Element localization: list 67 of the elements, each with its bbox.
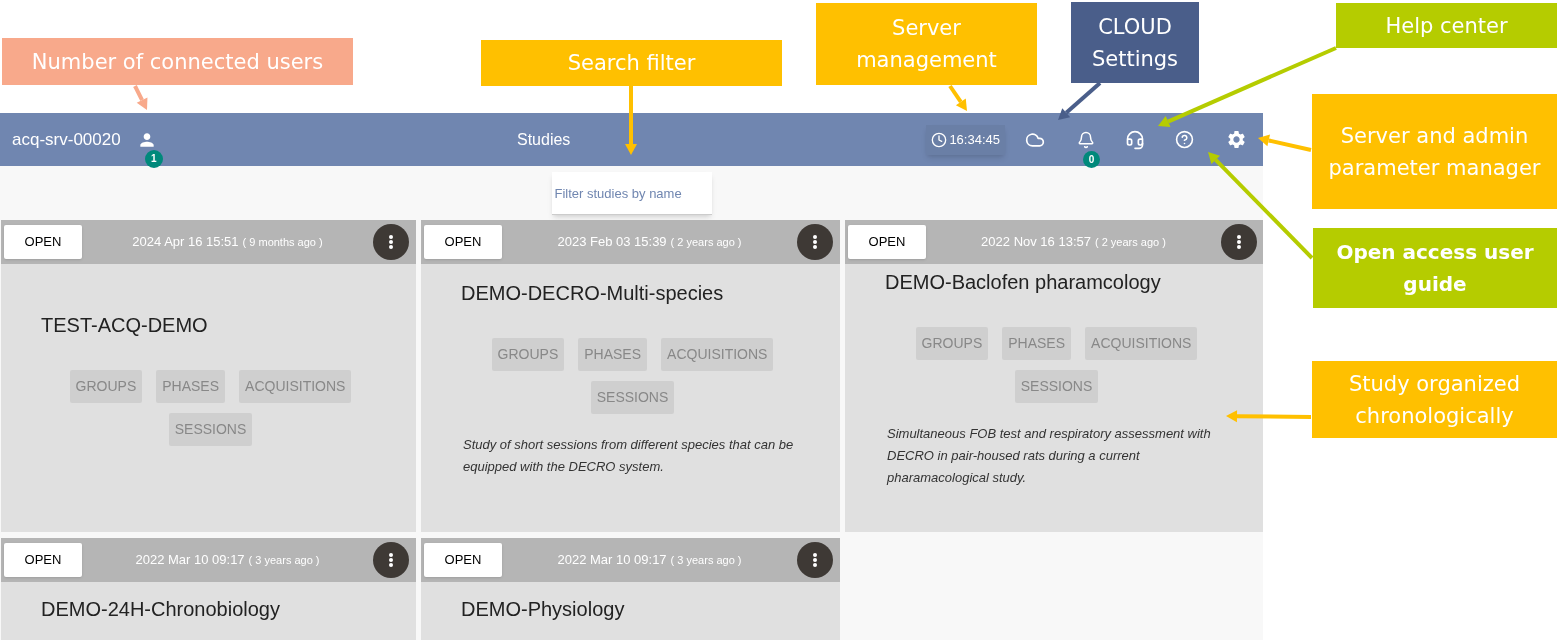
more-button[interactable] bbox=[797, 224, 833, 260]
study-age: ( 2 years ago ) bbox=[670, 234, 742, 250]
study-title: DEMO-24H-Chronobiology bbox=[40, 597, 281, 622]
more-icon bbox=[389, 235, 393, 249]
callout-arrow bbox=[133, 85, 148, 110]
section-button[interactable]: SESSIONS bbox=[1014, 370, 1099, 403]
section-button[interactable]: GROUPS bbox=[915, 327, 989, 360]
study-title: DEMO-Physiology bbox=[460, 597, 626, 622]
callout-label: Search filter bbox=[481, 40, 782, 86]
help-icon[interactable] bbox=[1175, 130, 1194, 149]
study-age: ( 2 years ago ) bbox=[1094, 234, 1166, 250]
clock-icon bbox=[931, 131, 948, 148]
server-name: acq-srv-00020 bbox=[12, 128, 121, 151]
study-age: ( 3 years ago ) bbox=[248, 552, 320, 568]
section-button[interactable]: SESSIONS bbox=[590, 381, 675, 414]
study-age: ( 3 years ago ) bbox=[670, 552, 742, 568]
study-title: TEST-ACQ-DEMO bbox=[40, 313, 209, 338]
open-button[interactable]: OPEN bbox=[424, 543, 502, 577]
more-button[interactable] bbox=[373, 224, 409, 260]
settings-icon[interactable] bbox=[1226, 129, 1247, 150]
section-button[interactable]: GROUPS bbox=[69, 370, 143, 403]
callout-arrow bbox=[948, 84, 967, 111]
callout-arrow bbox=[625, 86, 637, 155]
callout-label: Server and admin parameter manager bbox=[1312, 94, 1557, 209]
more-button[interactable] bbox=[1221, 224, 1257, 260]
callout-label: Number of connected users bbox=[2, 38, 353, 85]
callout-label: Study organized chronologically bbox=[1312, 361, 1557, 438]
notification-badge: 0 bbox=[1083, 150, 1100, 168]
section-button[interactable]: PHASES bbox=[578, 338, 648, 371]
callout-label: Open access user guide bbox=[1313, 228, 1557, 308]
open-button[interactable]: OPEN bbox=[4, 543, 82, 577]
more-icon bbox=[389, 553, 393, 567]
open-button[interactable]: OPEN bbox=[848, 225, 926, 259]
open-button[interactable]: OPEN bbox=[4, 225, 82, 259]
users-count-badge: 1 bbox=[144, 149, 163, 168]
open-button[interactable]: OPEN bbox=[424, 225, 502, 259]
more-icon bbox=[813, 235, 817, 249]
callout-label: Server management bbox=[816, 3, 1037, 85]
more-icon bbox=[1237, 235, 1241, 249]
section-button[interactable]: PHASES bbox=[1002, 327, 1072, 360]
section-button[interactable]: ACQUISITIONS bbox=[661, 338, 774, 371]
section-button[interactable]: ACQUISITIONS bbox=[1085, 327, 1198, 360]
callout-label: Help center bbox=[1336, 3, 1557, 48]
section-button[interactable]: PHASES bbox=[156, 370, 226, 403]
study-date: 2023 Feb 03 15:39 bbox=[557, 233, 667, 252]
study-date: 2022 Mar 10 09:17 bbox=[557, 551, 667, 570]
page-title: Studies bbox=[517, 129, 571, 150]
notification-icon[interactable] bbox=[1077, 130, 1095, 149]
headset-icon[interactable] bbox=[1125, 129, 1145, 150]
callout-arrow bbox=[1058, 81, 1102, 120]
more-button[interactable] bbox=[797, 542, 833, 578]
study-description: Study of short sessions from different species that can be equipped with the DECRO system. bbox=[462, 436, 795, 476]
study-date: 2022 Nov 16 13:57 bbox=[981, 233, 1091, 252]
study-description: Simultaneous FOB test and respiratory assessment with DECRO in pair-housed rats during a current pharamacological study. bbox=[885, 425, 1212, 487]
study-date: 2024 Apr 16 15:51 bbox=[132, 233, 239, 252]
clock-button[interactable]: 16:34:45 bbox=[926, 124, 1005, 155]
more-button[interactable] bbox=[373, 542, 409, 578]
study-title: DEMO-Baclofen pharamcology bbox=[884, 270, 1162, 295]
section-button[interactable]: GROUPS bbox=[491, 338, 565, 371]
more-icon bbox=[813, 553, 817, 567]
search-field[interactable]: Filter studies by name bbox=[551, 172, 712, 215]
study-date: 2022 Mar 10 09:17 bbox=[135, 551, 245, 570]
section-button[interactable]: ACQUISITIONS bbox=[239, 370, 352, 403]
callout-label: CLOUD Settings bbox=[1071, 2, 1199, 83]
section-button[interactable]: SESSIONS bbox=[168, 413, 253, 446]
study-title: DEMO-DECRO-Multi-species bbox=[460, 281, 725, 306]
study-age: ( 9 months ago ) bbox=[242, 234, 323, 250]
